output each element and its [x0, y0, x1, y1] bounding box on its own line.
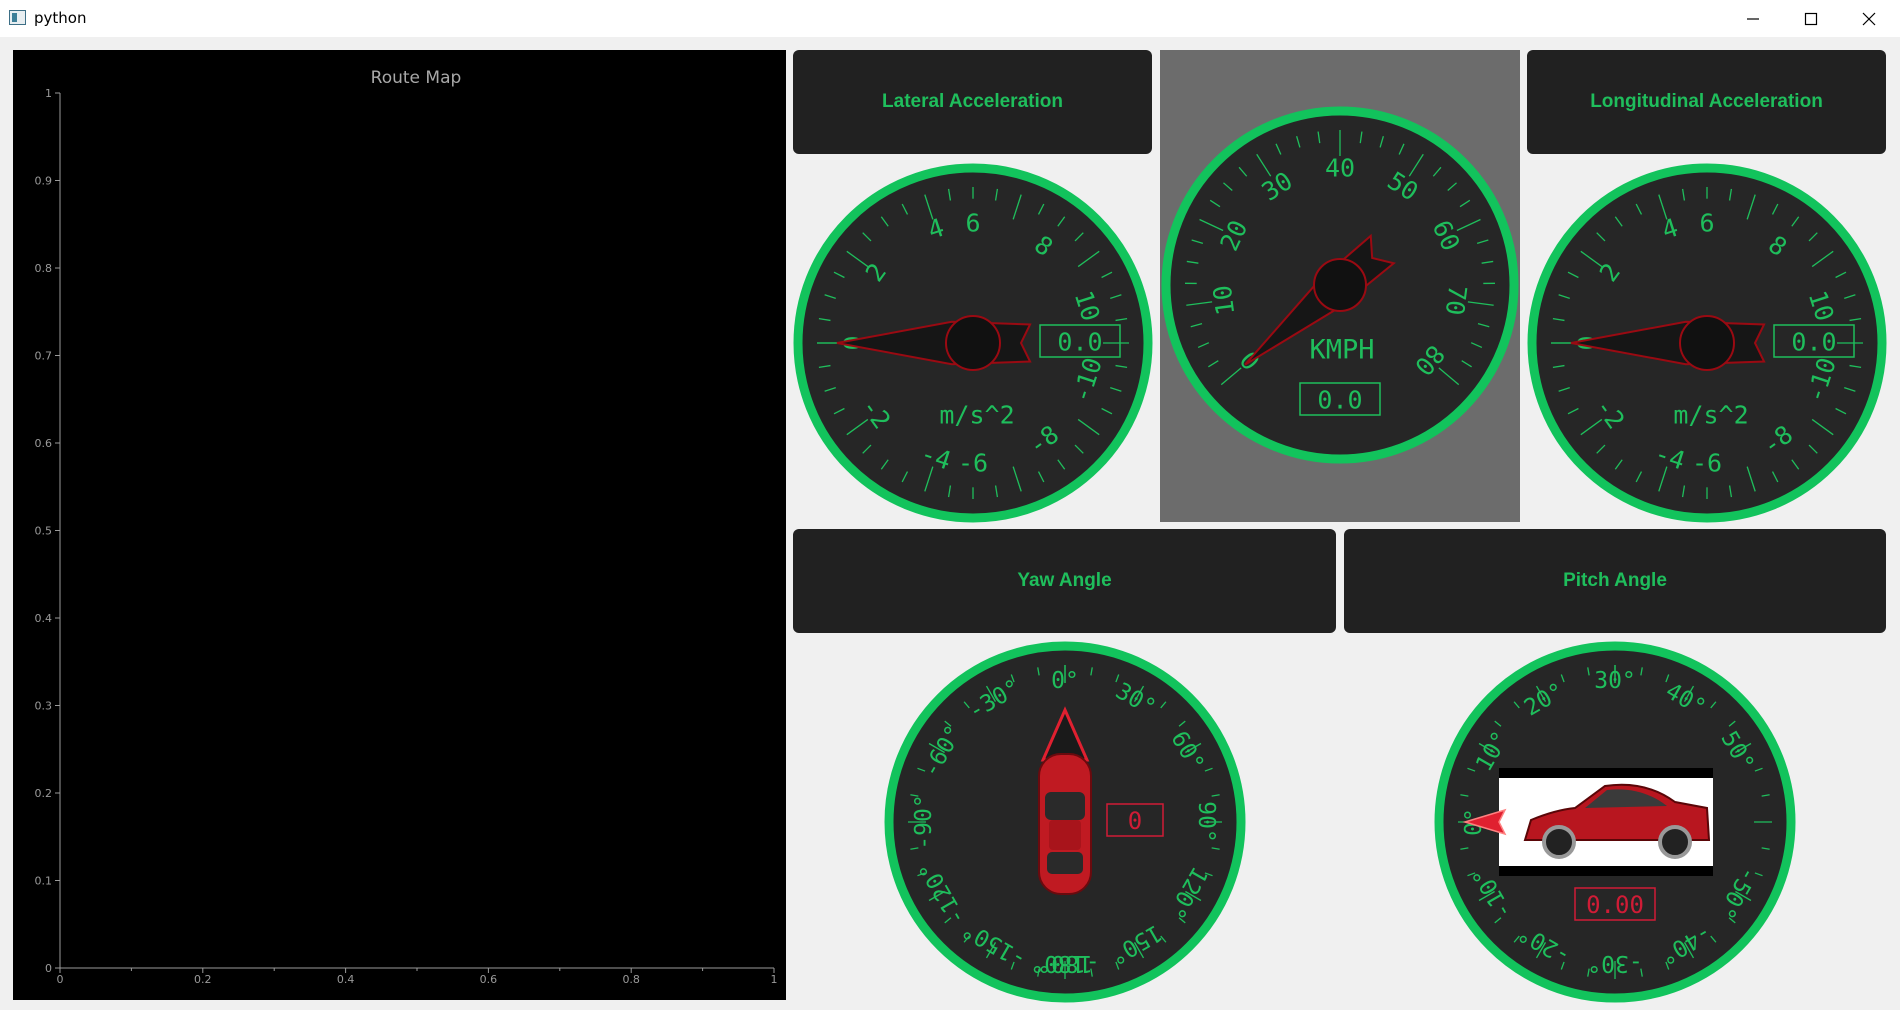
pitch-angle-gauge: -30°-40°-50°0°10°20°30°40°50°-10°-20°0.0… [1434, 641, 1796, 1003]
pitch-scale-label: -30° [1587, 950, 1642, 976]
y-tick-label: 0.9 [35, 175, 53, 188]
route-map-chart: Route Map 0 0.2 0.4 0.6 0.8 1 0 0.1 0.2 0.3 0.4 0.5… [35, 68, 778, 986]
minimize-button[interactable] [1724, 0, 1782, 37]
y-tick-label: 0.8 [35, 262, 53, 275]
x-tick-label: 0 [57, 973, 64, 986]
window-title: python [34, 9, 87, 27]
speed-hub [1313, 258, 1367, 312]
yaw-angle-gauge: -180° -150° -120° -90° -60° -30° 0° 30° 60° 90° 12… [884, 641, 1246, 1003]
y-tick-label: 0.1 [35, 875, 53, 888]
gauge-scale-label: -6 [958, 449, 988, 478]
pitch-scale-label: 30° [1594, 668, 1636, 694]
route-map-title: Route Map [371, 68, 462, 88]
longitudinal-unit: m/s^2 [1673, 401, 1748, 430]
lateral-acceleration-label: Lateral Acceleration [882, 91, 1063, 112]
pitch-gauge-svg: -30°-40°-50°0°10°20°30°40°50°-10°-20°0.0… [1434, 641, 1796, 1003]
gauge-scale-label: 6 [1699, 209, 1714, 238]
yaw-scale-label: 0° [1051, 668, 1079, 694]
yaw-angle-panel: Yaw Angle [793, 529, 1336, 633]
speed-unit: KMPH [1309, 335, 1374, 366]
close-button[interactable] [1840, 0, 1898, 37]
car-top-view-icon [1038, 753, 1092, 895]
yaw-value: 0 [1128, 807, 1142, 835]
minimize-icon [1747, 17, 1759, 20]
y-tick-label: 1 [45, 87, 52, 100]
window-title-bar: python [0, 0, 1900, 37]
y-tick-label: 0.6 [35, 437, 53, 450]
maximize-button[interactable] [1782, 0, 1840, 37]
pitch-value: 0.00 [1586, 891, 1644, 919]
speed-value: 0.0 [1317, 386, 1362, 415]
pitch-angle-label: Pitch Angle [1563, 570, 1667, 591]
route-map-plot[interactable]: Route Map 0 0.2 0.4 0.6 0.8 1 0 0.1 0.2 0.3 0.4 0.5… [13, 50, 786, 1000]
y-tick-label: 0.7 [35, 350, 53, 363]
yaw-angle-label: Yaw Angle [1017, 570, 1112, 591]
lateral-hub [945, 315, 1001, 371]
lateral-acceleration-gauge: -10-8-6-4-20246810m/s^20.0 [793, 163, 1153, 523]
longitudinal-hub [1679, 315, 1735, 371]
y-tick-label: 0.5 [35, 525, 53, 538]
speedometer-gauge: 01020304050607080KMPH0.0 [1161, 106, 1519, 464]
y-tick-label: 0 [45, 962, 52, 975]
longitudinal-acceleration-gauge: -10-8-6-4-20246810m/s^20.0 [1527, 163, 1887, 523]
y-tick-label: 0.3 [35, 700, 53, 713]
longitudinal-gauge-svg: -10-8-6-4-20246810m/s^20.0 [1527, 163, 1887, 523]
y-tick-label: 0.2 [35, 787, 53, 800]
x-tick-label: 0.8 [622, 973, 640, 986]
lateral-acceleration-panel: Lateral Acceleration [793, 50, 1152, 154]
lateral-gauge-svg: -10-8-6-4-20246810m/s^20.0 [793, 163, 1153, 523]
x-tick-label: 0.4 [337, 973, 355, 986]
yaw-scale-label: -90° [911, 794, 937, 849]
x-tick-label: 0.6 [480, 973, 498, 986]
x-tick-label: 0.2 [194, 973, 212, 986]
lateral-unit: m/s^2 [939, 401, 1014, 430]
speed-scale-label: 40 [1325, 154, 1355, 183]
gauge-scale-label: 6 [965, 209, 980, 238]
maximize-icon [1804, 12, 1818, 25]
longitudinal-acceleration-panel: Longitudinal Acceleration [1527, 50, 1886, 154]
pitch-angle-panel: Pitch Angle [1344, 529, 1886, 633]
longitudinal-acceleration-label: Longitudinal Acceleration [1590, 91, 1823, 112]
yaw-scale-label: 90° [1193, 801, 1219, 843]
yaw-scale-label: 180° [1037, 950, 1092, 976]
speed-gauge-svg: 01020304050607080KMPH0.0 [1161, 106, 1519, 464]
y-tick-label: 0.4 [35, 612, 53, 625]
lateral-value: 0.0 [1057, 328, 1102, 357]
speed-scale-label: 70 [1440, 283, 1473, 317]
yaw-gauge-svg: -180°-150°-120°-90°-60°-30° 0° 30°60°90°12… [884, 641, 1246, 1003]
longitudinal-value: 0.0 [1791, 328, 1836, 357]
gauge-scale-label: -6 [1692, 449, 1722, 478]
speed-scale-label: 10 [1208, 283, 1241, 317]
python-app-icon [9, 10, 26, 25]
close-icon [1862, 12, 1876, 25]
x-tick-label: 1 [771, 973, 778, 986]
